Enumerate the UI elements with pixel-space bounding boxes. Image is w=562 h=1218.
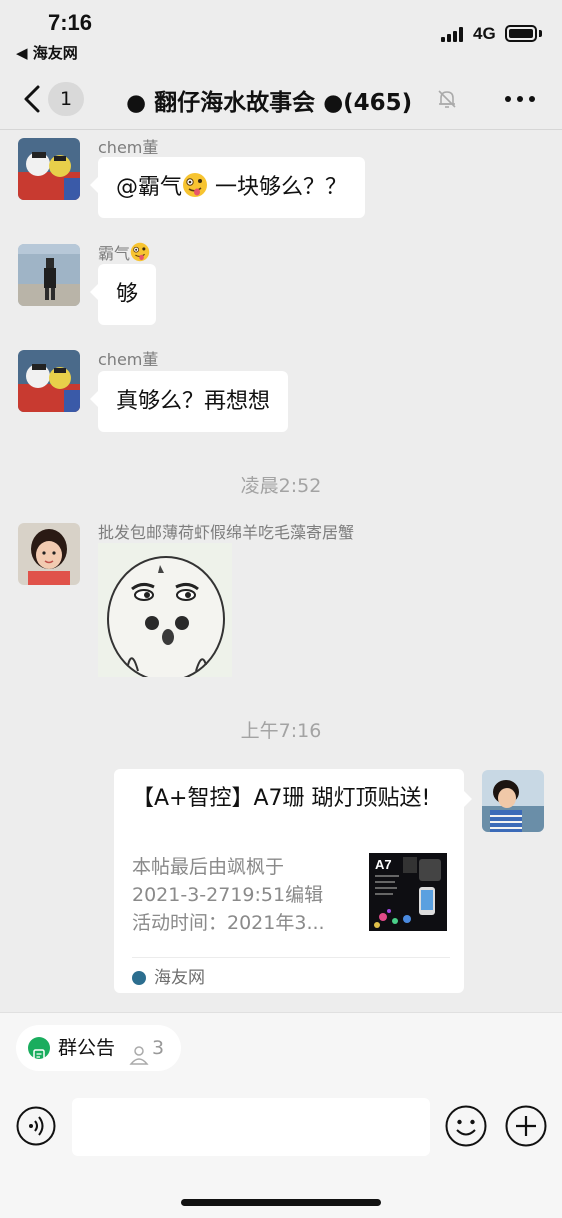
zany-face-emoji-icon bbox=[182, 161, 208, 197]
chat-header: 1 ● 翻仔海水故事会 ●(465) bbox=[0, 70, 562, 130]
message-input[interactable] bbox=[72, 1098, 430, 1156]
sender-name: chem董 bbox=[98, 138, 159, 157]
link-card-description: 本帖最后由飒枫于 2021-3-2719:51编辑 活动时间：2021年3... bbox=[132, 853, 358, 937]
link-card-thumbnail: A7 bbox=[369, 853, 447, 931]
bell-off-icon bbox=[436, 88, 458, 110]
avatar-chem[interactable] bbox=[18, 350, 80, 412]
avatar-girl[interactable] bbox=[18, 523, 80, 585]
source-name: 海友网 bbox=[154, 968, 205, 988]
message-text: 一块够么？？ bbox=[208, 175, 348, 200]
link-card-desc-line: 本帖最后由飒枫于 bbox=[132, 856, 285, 878]
battery-icon bbox=[505, 25, 537, 42]
group-notice-button[interactable]: 群公告 3 bbox=[16, 1025, 181, 1071]
card-divider bbox=[132, 957, 450, 958]
signal-icon bbox=[441, 26, 467, 42]
sender-name: chem董 bbox=[98, 350, 159, 369]
link-card-desc-line: 活动时间：2021年3... bbox=[132, 912, 325, 934]
plus-icon[interactable] bbox=[505, 1105, 547, 1147]
notice-icon bbox=[28, 1037, 50, 1061]
chat-title[interactable]: ● 翻仔海水故事会 ●(465) bbox=[126, 83, 412, 117]
time-separator: 上午7:16 bbox=[240, 720, 322, 742]
sender-name: 批发包邮薄荷虾假绵羊吃毛藻寄居蟹 bbox=[98, 523, 355, 542]
chat-input-area: 群公告 3 bbox=[0, 1012, 562, 1218]
sticker-image[interactable] bbox=[98, 543, 232, 677]
emoji-icon[interactable] bbox=[445, 1105, 487, 1147]
message-bubble[interactable]: 够 bbox=[89, 264, 157, 325]
link-card-desc-line: 2021-3-2719:51编辑 bbox=[132, 884, 324, 906]
site-logo-icon bbox=[132, 971, 146, 985]
battery-tip bbox=[539, 30, 542, 37]
zany-face-emoji-icon bbox=[130, 242, 150, 262]
back-to-app-link[interactable]: ◀ 海友网 bbox=[16, 42, 78, 63]
status-time: 7:16 bbox=[48, 10, 93, 35]
group-notice-label: 群公告 bbox=[58, 1037, 116, 1059]
avatar-baqi[interactable] bbox=[18, 244, 80, 306]
sender-name-text: 霸气 bbox=[98, 244, 131, 263]
sender-name: 霸气 bbox=[98, 240, 150, 264]
more-dots-icon[interactable] bbox=[500, 84, 540, 114]
message-bubble[interactable]: 真够么？再想想 bbox=[89, 371, 289, 432]
message-text: 够 bbox=[116, 282, 139, 307]
avatar-chem[interactable] bbox=[18, 138, 80, 200]
message-text: @霸气 bbox=[116, 175, 183, 200]
unread-count-badge[interactable]: 1 bbox=[48, 82, 84, 116]
person-icon bbox=[128, 1037, 150, 1065]
message-text: 真够么？再想想 bbox=[116, 389, 271, 414]
voice-icon[interactable] bbox=[16, 1106, 56, 1146]
notice-count: 3 bbox=[152, 1037, 165, 1059]
message-bubble[interactable]: @霸气 一块够么？？ bbox=[89, 157, 366, 218]
link-card-source: 海友网 bbox=[132, 963, 205, 988]
time-separator: 凌晨2:52 bbox=[240, 475, 322, 497]
home-indicator bbox=[181, 1199, 381, 1206]
link-card-title: 【A+智控】A7珊 瑚灯顶贴送! bbox=[132, 786, 431, 811]
status-bar: 7:16 ◀ 海友网 4G bbox=[0, 0, 562, 70]
avatar-self[interactable] bbox=[482, 770, 544, 832]
network-type: 4G bbox=[473, 24, 496, 43]
chevron-left-icon[interactable] bbox=[18, 82, 48, 116]
link-card[interactable]: 【A+智控】A7珊 瑚灯顶贴送! 本帖最后由飒枫于 2021-3-2719:51… bbox=[114, 769, 472, 993]
